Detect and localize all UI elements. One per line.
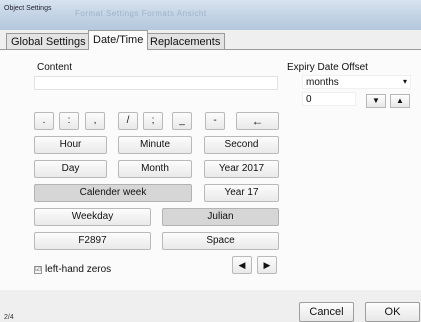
minute-button[interactable]: Minute — [118, 136, 192, 154]
tab-strip: Global Settings Date/Time Replacements — [0, 30, 421, 50]
move-left-button[interactable]: ◀ — [232, 256, 252, 274]
hour-button[interactable]: Hour — [34, 136, 107, 154]
offset-increase-button[interactable]: ▲ — [390, 94, 410, 108]
left-hand-zeros-label: left-hand zeros — [45, 264, 112, 275]
weekday-button[interactable]: Weekday — [34, 208, 151, 226]
separator-comma-button[interactable]: , — [85, 112, 105, 130]
expiry-unit-value: months — [306, 77, 339, 88]
date-time-panel: Content Expiry Date Offset months ▾ 0 ▼ … — [0, 49, 421, 290]
second-button[interactable]: Second — [204, 136, 279, 154]
f2897-button[interactable]: F2897 — [34, 232, 151, 250]
page-indicator: 2/4 — [4, 314, 14, 321]
ok-button[interactable]: OK — [365, 302, 420, 322]
expiry-offset-input[interactable]: 0 — [302, 92, 356, 106]
julian-button[interactable]: Julian — [162, 208, 279, 226]
day-button[interactable]: Day — [34, 160, 107, 178]
tab-date-time[interactable]: Date/Time — [88, 30, 149, 50]
year-full-button[interactable]: Year 2017 — [204, 160, 279, 178]
separator-period-button[interactable]: . — [34, 112, 54, 130]
window-title: Object Settings — [4, 5, 52, 12]
chevron-down-icon: ▾ — [402, 77, 407, 86]
separator-slash-button[interactable]: / — [118, 112, 138, 130]
separator-colon-button[interactable]: : — [59, 112, 79, 130]
window-background-menu: Format Settings Formats Ansicht — [75, 9, 207, 18]
dialog-client: Global Settings Date/Time Replacements C… — [0, 30, 421, 322]
separator-hyphen-button[interactable]: - — [205, 112, 225, 130]
tab-global-settings[interactable]: Global Settings — [6, 33, 91, 49]
content-field[interactable] — [34, 76, 278, 90]
expiry-unit-select[interactable]: months ▾ — [302, 75, 411, 89]
tab-replacements[interactable]: Replacements — [145, 33, 226, 49]
content-label: Content — [37, 62, 73, 73]
space-button[interactable]: Space — [162, 232, 279, 250]
offset-decrease-button[interactable]: ▼ — [366, 94, 386, 108]
calendar-week-button[interactable]: Calender week — [34, 184, 192, 202]
expiry-date-offset-label: Expiry Date Offset — [287, 62, 368, 73]
separator-semicolon-button[interactable]: ; — [143, 112, 163, 130]
title-bar: Object Settings Format Settings Formats … — [0, 0, 421, 30]
month-button[interactable]: Month — [118, 160, 192, 178]
left-hand-zeros-checkbox[interactable]: ☑ — [34, 266, 42, 274]
cancel-button[interactable]: Cancel — [299, 302, 354, 322]
backspace-button[interactable]: ← — [236, 112, 279, 130]
separator-underscore-button[interactable]: _ — [172, 112, 192, 130]
year-short-button[interactable]: Year 17 — [204, 184, 279, 202]
move-right-button[interactable]: ▶ — [257, 256, 277, 274]
